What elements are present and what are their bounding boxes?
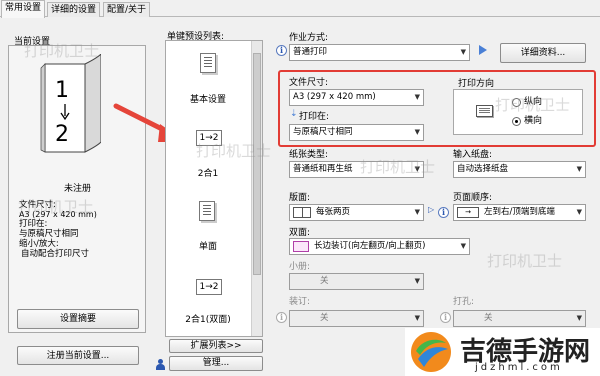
input-tray-select[interactable]: 自动选择纸盘 ▼	[453, 161, 586, 178]
manage-button[interactable]: 管理...	[169, 356, 263, 371]
portrait-label: 纵向	[524, 97, 543, 107]
tab-detailed-settings[interactable]: 详细的设置	[47, 2, 101, 17]
preview-number-2: 2	[55, 122, 69, 147]
chevron-down-icon: ▼	[576, 208, 582, 216]
watermark: 打印机卫士	[487, 252, 563, 270]
site-logo-url: jdzhml.com	[475, 362, 563, 373]
staple-select[interactable]: 关 ▼	[289, 310, 424, 327]
punch-label: 打孔:	[453, 297, 475, 307]
paper-type-select[interactable]: 普通纸和再生纸 ▼	[289, 161, 424, 178]
chevron-down-icon: ▼	[460, 242, 466, 250]
document-size-label: 文件尺寸:	[289, 78, 329, 88]
page-order-select[interactable]: → 左到右/顶端到底端 ▼	[453, 204, 586, 221]
preview-number-1: 1	[55, 78, 69, 103]
job-type-select[interactable]: 普通打印 ▼	[289, 44, 470, 61]
preset-single-icon	[199, 201, 215, 221]
preset-single-label[interactable]: 单面	[166, 239, 250, 252]
page-order-info-icon[interactable]: i	[438, 207, 449, 218]
staple-info-icon[interactable]: i	[276, 312, 287, 323]
job-type-label: 作业方式:	[289, 33, 329, 43]
print-on-select[interactable]: 与原稿尺寸相同 ▼	[289, 124, 424, 141]
tab-common-settings[interactable]: 常用设置	[1, 0, 46, 18]
two-page-icon	[293, 207, 311, 218]
landscape-radio[interactable]	[512, 117, 521, 126]
chevron-down-icon: ▼	[414, 208, 420, 216]
preset-basic-icon	[200, 53, 216, 73]
current-settings-panel: 1 2 未注册 文件尺寸: A3 (297 x 420 mm) 打印在: 与原稿…	[8, 45, 146, 333]
play-icon[interactable]	[479, 45, 487, 55]
expand-list-button[interactable]: 扩展列表>>	[169, 339, 263, 353]
presets-list: 基本设置 1→2 2合1 单面 1→2 2合1(双面)	[165, 40, 263, 337]
page-order-label: 页面顺序:	[453, 193, 493, 203]
down-arrow-icon: ⇣	[290, 109, 298, 119]
layout-info-icon[interactable]: ▷	[428, 205, 434, 214]
details-button[interactable]: 详细资料...	[500, 43, 586, 63]
duplex-icon	[293, 241, 309, 252]
preset-2in1-icon: 1→2	[196, 130, 222, 146]
chevron-down-icon: ▼	[414, 93, 420, 101]
paper-type-label: 纸张类型:	[289, 150, 329, 160]
page-preview-art	[40, 52, 102, 153]
chevron-down-icon: ▼	[576, 165, 582, 173]
site-logo-mark	[411, 332, 451, 372]
chevron-down-icon: ▼	[414, 277, 420, 285]
staple-label: 装订:	[289, 297, 311, 307]
register-status: 未注册	[64, 184, 92, 194]
preset-2in1-duplex-icon: 1→2	[196, 279, 222, 295]
chevron-down-icon: ▼	[460, 48, 466, 56]
landscape-page-icon	[476, 105, 493, 117]
duplex-select[interactable]: 长边装订(向左翻页/向上翻页) ▼	[289, 238, 470, 255]
register-current-button[interactable]: 注册当前设置...	[17, 346, 139, 365]
layout-label: 版面:	[289, 193, 311, 203]
portrait-radio[interactable]	[512, 98, 521, 107]
tab-config-about[interactable]: 配置/关于	[103, 2, 151, 17]
page-order-icon: →	[457, 207, 479, 218]
chevron-down-icon: ▼	[414, 128, 420, 136]
document-size-select[interactable]: A3 (297 x 420 mm) ▼	[289, 89, 424, 106]
punch-select[interactable]: 关 ▼	[453, 310, 586, 327]
layout-select[interactable]: 每张两页 ▼	[289, 204, 424, 221]
print-on-label: 打印在:	[299, 112, 330, 122]
orientation-group: 纵向 横向	[453, 89, 583, 135]
chevron-down-icon: ▼	[414, 165, 420, 173]
chevron-down-icon: ▼	[576, 314, 582, 322]
presets-scroll-thumb[interactable]	[253, 53, 261, 275]
tab-bar: 常用设置 详细的设置 配置/关于	[0, 0, 600, 18]
punch-info-icon[interactable]: i	[440, 312, 451, 323]
booklet-label: 小册:	[289, 262, 311, 272]
settings-summary-button[interactable]: 设置摘要	[17, 309, 139, 329]
preset-2in1-label[interactable]: 2合1	[166, 166, 250, 179]
presets-scrollbar[interactable]	[251, 41, 262, 336]
input-tray-label: 输入纸盘:	[453, 150, 493, 160]
booklet-select[interactable]: 关 ▼	[289, 273, 424, 290]
chevron-down-icon: ▼	[414, 314, 420, 322]
landscape-label: 横向	[524, 116, 543, 126]
user-icon	[156, 359, 165, 370]
detail-zoom-value: 自动配合打印尺寸	[21, 249, 90, 259]
site-logo: 吉德手游网 jdzhml.com	[405, 328, 600, 376]
job-type-info-icon[interactable]: i	[276, 45, 287, 56]
preset-2in1-duplex-label[interactable]: 2合1(双面)	[166, 312, 250, 325]
preset-basic-label[interactable]: 基本设置	[166, 92, 250, 105]
page-preview: 1 2	[39, 52, 102, 154]
